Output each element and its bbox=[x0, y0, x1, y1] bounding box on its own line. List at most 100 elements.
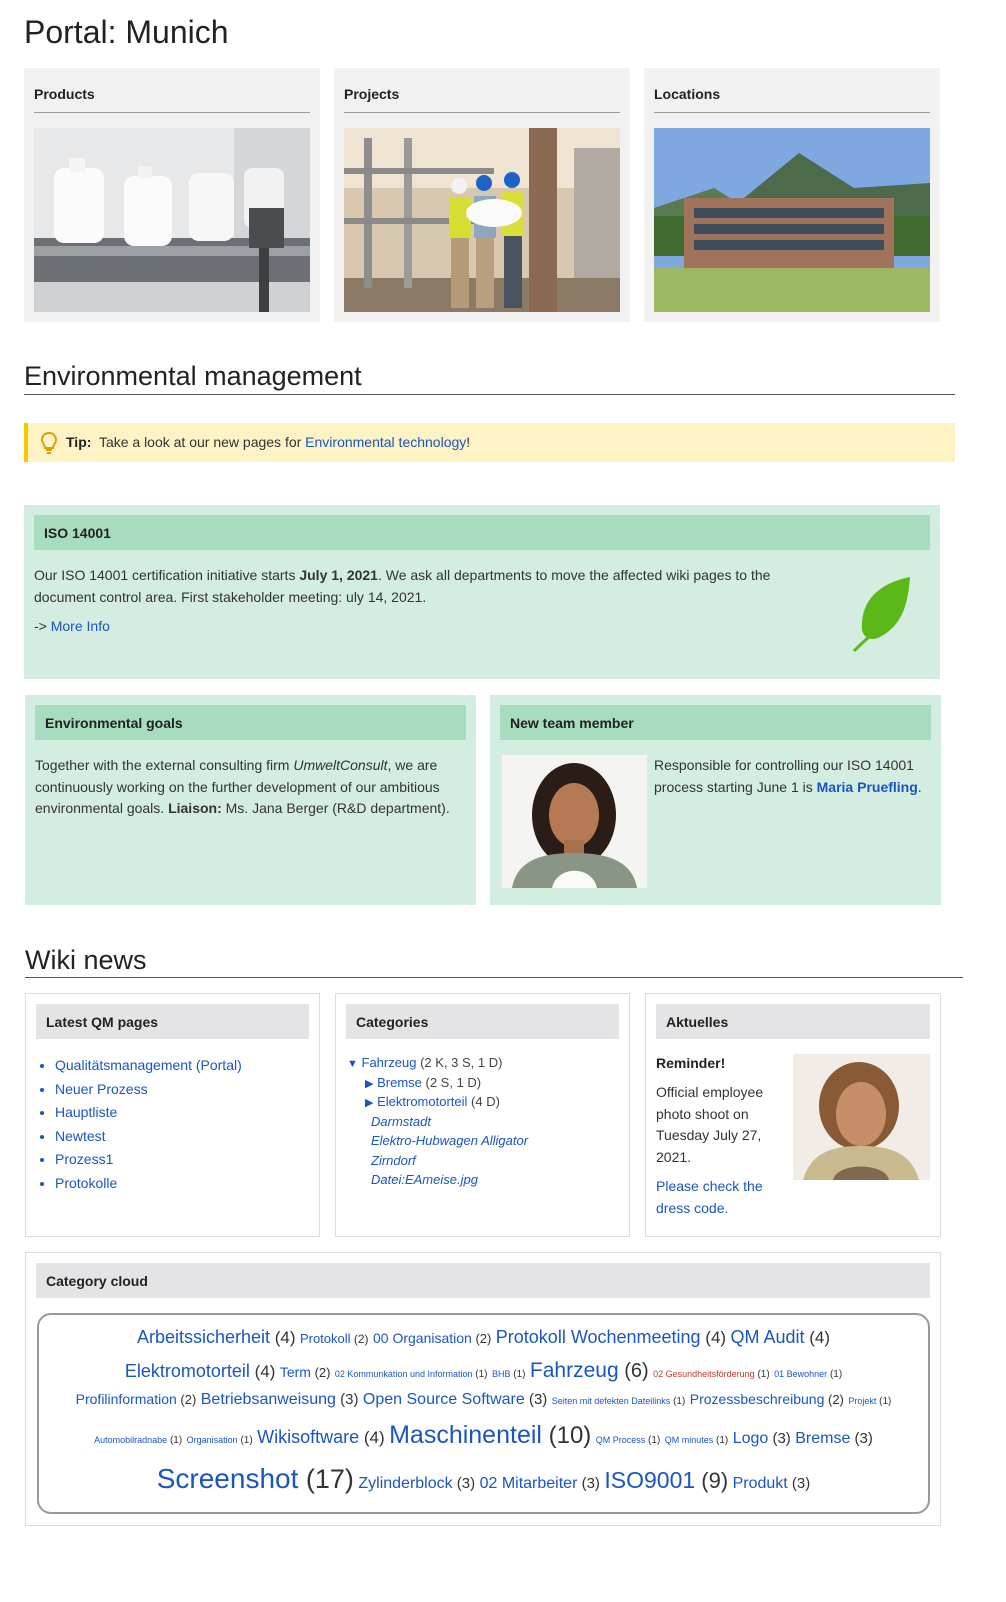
cloud-tag-count: (1) bbox=[510, 1369, 526, 1380]
employee-photo[interactable] bbox=[793, 1054, 930, 1180]
list-item: Prozess1 bbox=[55, 1148, 242, 1172]
divider bbox=[34, 112, 310, 113]
cloud-tag-link[interactable]: Open Source Software bbox=[363, 1391, 525, 1408]
latest-qm-pages-list: Qualitätsmanagement (Portal) Neuer Proze… bbox=[37, 1054, 242, 1195]
cloud-tag-link[interactable]: Protokoll Wochenmeeting bbox=[496, 1327, 701, 1347]
cloud-row: Arbeitssicherheit (4) Protokoll (2) 00 O… bbox=[39, 1327, 928, 1348]
cloud-tag-link[interactable]: Term bbox=[280, 1364, 311, 1380]
cloud-tag-link[interactable]: Maschinenteil bbox=[389, 1421, 542, 1449]
qm-page-link[interactable]: Qualitätsmanagement (Portal) bbox=[55, 1057, 242, 1073]
qm-page-link[interactable]: Protokolle bbox=[55, 1175, 117, 1191]
cloud-tag-link[interactable]: Zylinderblock bbox=[358, 1475, 452, 1492]
new-team-member-text: Responsible for controlling our ISO 1400… bbox=[654, 757, 922, 795]
cloud-tag-link[interactable]: 02 Mitarbeiter bbox=[480, 1475, 578, 1492]
cloud-tag-link[interactable]: Screenshot bbox=[157, 1463, 299, 1494]
cloud-tag-link[interactable]: Prozessbeschreibung bbox=[690, 1391, 825, 1407]
cloud-tag-link[interactable]: Arbeitssicherheit bbox=[137, 1327, 270, 1347]
list-item: Newtest bbox=[55, 1125, 242, 1149]
cloud-tag-count: (6) bbox=[618, 1360, 649, 1382]
cloud-tag-link[interactable]: 01 Bewohner bbox=[774, 1369, 827, 1379]
cloud-tag-count: (1) bbox=[237, 1435, 253, 1446]
portal-card-locations[interactable]: Locations bbox=[644, 68, 940, 322]
cloud-row: Automobilradnabe (1) Organisation (1) Wi… bbox=[39, 1421, 928, 1450]
triangle-down-icon[interactable]: ▼ bbox=[347, 1058, 358, 1070]
environmental-technology-link[interactable]: Environmental technology bbox=[305, 434, 466, 450]
cloud-tag-link[interactable]: Fahrzeug bbox=[530, 1359, 619, 1382]
portal-card-projects[interactable]: Projects bbox=[334, 68, 630, 322]
divider bbox=[25, 977, 963, 978]
category-page-link[interactable]: Darmstadt bbox=[371, 1114, 431, 1129]
cloud-tag-link[interactable]: Wikisoftware bbox=[257, 1427, 359, 1447]
divider bbox=[654, 112, 930, 113]
cloud-tag-link[interactable]: ISO9001 bbox=[604, 1467, 695, 1493]
cloud-tag-link[interactable]: 00 Organisation bbox=[373, 1330, 472, 1346]
qm-page-link[interactable]: Newtest bbox=[55, 1128, 106, 1144]
environmental-goals-title: Environmental goals bbox=[35, 705, 466, 740]
more-info-link[interactable]: More Info bbox=[51, 618, 110, 634]
category-tree-elektromotorteil: ▶ Elektromotorteil (4 D) bbox=[365, 1094, 500, 1109]
iso-date: July 1, 2021 bbox=[299, 567, 378, 583]
category-link[interactable]: Elektromotorteil bbox=[377, 1094, 467, 1109]
portal-card-products[interactable]: Products bbox=[24, 68, 320, 322]
portal-card-title: Projects bbox=[344, 86, 400, 102]
cloud-tag-count: (1) bbox=[167, 1435, 183, 1446]
category-page-link[interactable]: Zirndorf bbox=[371, 1153, 416, 1168]
lightbulb-icon bbox=[40, 431, 58, 454]
cloud-tag-link[interactable]: BHB bbox=[492, 1369, 511, 1379]
leaf-icon bbox=[852, 577, 910, 653]
cloud-tag-count: (2) bbox=[350, 1332, 369, 1346]
cloud-tag-count: (3) bbox=[524, 1391, 548, 1408]
tip-label: Tip: bbox=[66, 434, 92, 450]
qm-page-link[interactable]: Hauptliste bbox=[55, 1104, 117, 1120]
dress-code-link[interactable]: Please check the dress code. bbox=[656, 1176, 781, 1219]
team-member-photo[interactable] bbox=[502, 755, 647, 888]
cloud-tag-link[interactable]: 02 Gesundheitsförderung bbox=[653, 1369, 755, 1379]
new-team-member-box: New team member Responsible for controll… bbox=[490, 695, 941, 905]
cloud-tag-link[interactable]: QM Process bbox=[596, 1435, 646, 1445]
cloud-tag-link[interactable]: Projekt bbox=[848, 1396, 876, 1406]
maria-pruefling-link[interactable]: Maria Pruefling bbox=[817, 779, 918, 795]
list-item: Qualitätsmanagement (Portal) bbox=[55, 1054, 242, 1078]
cloud-tag-link[interactable]: QM Audit bbox=[731, 1327, 805, 1347]
cloud-tag-count: (1) bbox=[670, 1396, 686, 1407]
reminder-label: Reminder! bbox=[656, 1055, 726, 1071]
cloud-tag-count: (3) bbox=[452, 1475, 476, 1492]
locations-image[interactable] bbox=[654, 128, 930, 312]
cloud-tag-count: (3) bbox=[335, 1391, 359, 1408]
cloud-tag-count: (1) bbox=[645, 1435, 661, 1446]
cloud-tag-count: (2) bbox=[471, 1331, 492, 1346]
cloud-tag-link[interactable]: Seiten mit defekten Dateilinks bbox=[552, 1396, 671, 1406]
cloud-tag-count: (1) bbox=[713, 1435, 729, 1446]
triangle-right-icon[interactable]: ▶ bbox=[365, 1097, 373, 1109]
products-image[interactable] bbox=[34, 128, 310, 312]
cloud-tag-link[interactable]: Protokoll bbox=[300, 1331, 351, 1346]
iso-14001-title: ISO 14001 bbox=[34, 515, 930, 550]
qm-page-link[interactable]: Neuer Prozess bbox=[55, 1081, 148, 1097]
triangle-right-icon[interactable]: ▶ bbox=[365, 1078, 373, 1090]
category-page-link[interactable]: Datei:EAmeise.jpg bbox=[371, 1172, 478, 1187]
cloud-tag-link[interactable]: Elektromotorteil bbox=[125, 1361, 250, 1381]
cloud-tag-count: (3) bbox=[850, 1430, 873, 1447]
category-link[interactable]: Fahrzeug bbox=[362, 1055, 417, 1070]
cloud-tag-link[interactable]: Betriebsanweisung bbox=[201, 1391, 336, 1408]
category-page-link[interactable]: Elektro-Hubwagen Alligator bbox=[371, 1133, 528, 1148]
cloud-tag-count: (2) bbox=[176, 1392, 197, 1407]
cloud-tag-link[interactable]: Automobilradnabe bbox=[94, 1435, 167, 1445]
cloud-row: Profilinformation (2) Betriebsanweisung … bbox=[39, 1391, 928, 1409]
more-info-line: -> More Info bbox=[34, 618, 110, 634]
qm-page-link[interactable]: Prozess1 bbox=[55, 1151, 113, 1167]
environmental-goals-text: Together with the external consulting fi… bbox=[35, 757, 450, 816]
category-link[interactable]: Bremse bbox=[377, 1075, 422, 1090]
cloud-tag-link[interactable]: Produkt bbox=[733, 1475, 788, 1492]
cloud-tag-count: (2) bbox=[310, 1365, 331, 1380]
cloud-tag-link[interactable]: Logo bbox=[733, 1430, 769, 1447]
cloud-tag-link[interactable]: Bremse bbox=[795, 1430, 850, 1447]
cloud-row: Screenshot (17) Zylinderblock (3) 02 Mit… bbox=[39, 1463, 928, 1495]
portal-card-title: Products bbox=[34, 86, 95, 102]
divider bbox=[24, 394, 955, 395]
projects-image[interactable] bbox=[344, 128, 620, 312]
cloud-tag-link[interactable]: Profilinformation bbox=[76, 1391, 177, 1407]
cloud-tag-link[interactable]: 02 Kommunkation und Information bbox=[335, 1369, 473, 1379]
cloud-tag-link[interactable]: QM minutes bbox=[665, 1435, 714, 1445]
cloud-tag-link[interactable]: Organisation bbox=[187, 1435, 238, 1445]
